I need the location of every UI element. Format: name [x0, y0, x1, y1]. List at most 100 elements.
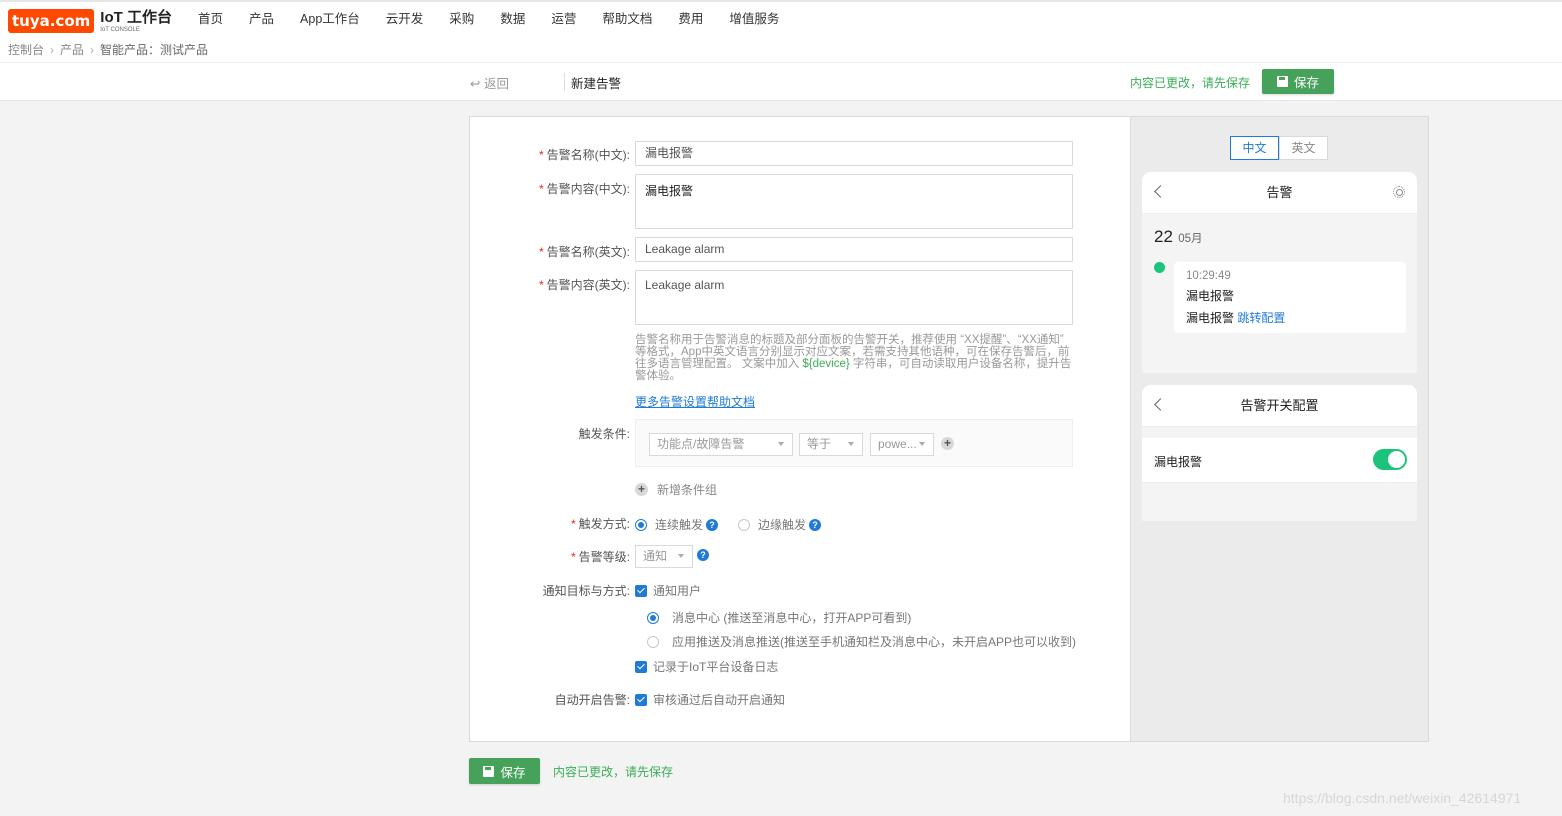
brand-logo[interactable]: tuya.com IoT 工作台 IoT CONSOLE	[8, 9, 172, 33]
level-label: * 告警等级:	[570, 550, 630, 564]
message-time: 10:29:49	[1186, 270, 1231, 282]
log-checkbox[interactable]	[635, 660, 647, 673]
nav-data[interactable]: 数据	[500, 10, 525, 28]
name-en-label: * 告警名称(英文):	[539, 245, 630, 259]
lang-en-tab[interactable]: 英文	[1279, 136, 1328, 160]
watermark: https://blog.csdn.net/weixin_42614971	[1283, 790, 1522, 806]
alarm-message-preview: 告警 22 05月 10:29:49 漏电报警 漏电报警 跳转配置	[1142, 172, 1417, 373]
nav-home[interactable]: 首页	[198, 10, 223, 28]
add-condition-group-button[interactable]: + 新增条件组	[635, 481, 717, 498]
mode-continuous-radio[interactable]	[635, 518, 647, 531]
caret-down-icon	[678, 554, 684, 558]
nav-operation[interactable]: 运营	[551, 10, 576, 28]
save-label: 保存	[1293, 76, 1319, 90]
main-nav: 首页 产品 App工作台 云开发 采购 数据 运营 帮助文档 费用 增值服务	[185, 10, 792, 28]
operator-select[interactable]: 等于	[799, 433, 863, 456]
content-cn-textarea[interactable]: 漏电报警	[635, 174, 1073, 229]
log-row: 记录于IoT平台设备日志	[635, 658, 778, 675]
level-select[interactable]: 通知	[635, 545, 693, 568]
alarm-toggle[interactable]	[1373, 449, 1407, 470]
top-bar: tuya.com IoT 工作台 IoT CONSOLE 首页 产品 App工作…	[0, 0, 1562, 62]
caret-down-icon	[919, 442, 925, 446]
nav-help-docs[interactable]: 帮助文档	[602, 10, 652, 28]
mode-edge-radio[interactable]	[738, 518, 751, 531]
auto-checkbox[interactable]	[635, 693, 647, 706]
dp-select[interactable]: 功能点/故障告警	[649, 433, 793, 456]
switch-label: 漏电报警	[1154, 455, 1203, 469]
nav-billing[interactable]: 费用	[678, 10, 703, 28]
name-cn-input[interactable]: 漏电报警	[635, 141, 1073, 166]
add-condition-icon[interactable]: +	[941, 437, 954, 450]
nav-value-added[interactable]: 增值服务	[729, 10, 779, 28]
help-icon[interactable]: ?	[706, 518, 719, 531]
message-card: 10:29:49 漏电报警 漏电报警 跳转配置	[1174, 262, 1406, 333]
device-variable: ${device}	[802, 358, 850, 370]
push-row: 应用推送及消息推送(推送至手机通知栏及消息中心，未开启APP也可以收到)	[647, 633, 1076, 650]
caret-down-icon	[848, 442, 854, 446]
save-button-bottom[interactable]: 保存	[469, 758, 540, 784]
breadcrumb-console[interactable]: 控制台	[8, 41, 44, 58]
plus-icon: +	[635, 483, 648, 496]
notify-users-row: 通知用户	[635, 582, 701, 599]
name-en-input[interactable]: Leakage alarm	[635, 237, 1073, 262]
alarm-editor-card: * 告警名称(中文): 漏电报警 * 告警内容(中文): 漏电报警 * 告警名称(英文…	[469, 116, 1429, 742]
jump-config-link[interactable]: 跳转配置	[1237, 311, 1285, 325]
alarm-switch-preview: 告警开关配置 漏电报警	[1142, 385, 1417, 521]
breadcrumb: 控制台 › 产品 › 智能产品：测试产品	[8, 41, 208, 58]
msg-center-radio[interactable]	[647, 611, 659, 624]
status-dot-icon	[1154, 262, 1165, 273]
value-select[interactable]: powe...	[870, 433, 934, 456]
auto-value-label: 审核通过后自动开启通知	[653, 693, 786, 707]
phone-header: 告警	[1142, 172, 1417, 214]
content-en-textarea[interactable]: Leakage alarm	[635, 270, 1073, 325]
nav-purchase[interactable]: 采购	[449, 10, 474, 28]
phone-header: 告警开关配置	[1142, 385, 1417, 427]
add-group-label: 新增条件组	[657, 483, 718, 497]
message-title: 漏电报警	[1186, 289, 1235, 303]
mode-options: 连续触发 ? 边缘触发 ?	[635, 516, 822, 533]
date-day: 22	[1154, 227, 1173, 246]
divider	[564, 73, 565, 91]
back-button[interactable]: ↩ 返回	[470, 73, 509, 92]
alarm-name-hint: 告警名称用于告警消息的标题及部分面板的告警开关，推荐使用 “XX提醒”、“XX通…	[635, 334, 1072, 382]
page-header: ↩ 返回 新建告警 内容已更改，请先保存 保存	[0, 62, 1562, 101]
msg-center-label: 消息中心 (推送至消息中心，打开APP可看到)	[672, 611, 912, 625]
msg-center-row: 消息中心 (推送至消息中心，打开APP可看到)	[647, 609, 911, 626]
unsaved-notice-top: 内容已更改，请先保存	[1130, 76, 1251, 90]
chevron-right-icon: ›	[50, 42, 55, 57]
name-cn-label: * 告警名称(中文):	[539, 148, 630, 162]
nav-cloud-dev[interactable]: 云开发	[386, 10, 424, 28]
notify-users-checkbox[interactable]	[635, 584, 647, 597]
save-icon	[1276, 76, 1288, 87]
phone-title: 告警	[1266, 185, 1293, 200]
tuya-logo[interactable]: tuya.com	[8, 9, 95, 33]
nav-product[interactable]: 产品	[249, 10, 274, 28]
back-arrow-icon: ↩	[470, 77, 481, 91]
save-icon	[483, 765, 495, 777]
language-switch: 中文 英文	[1230, 136, 1328, 160]
nav-app-workbench[interactable]: App工作台	[300, 10, 360, 28]
help-icon[interactable]: ?	[809, 518, 822, 531]
caret-down-icon	[778, 442, 784, 446]
auto-row: 审核通过后自动开启通知	[635, 691, 785, 708]
console-subtitle: IoT CONSOLE	[100, 26, 140, 33]
gear-icon[interactable]	[1393, 186, 1405, 198]
save-button-top[interactable]: 保存	[1262, 69, 1334, 94]
lang-cn-tab[interactable]: 中文	[1230, 136, 1279, 160]
content-cn-label: * 告警内容(中文):	[539, 182, 630, 196]
help-icon[interactable]: ?	[697, 549, 709, 561]
push-radio[interactable]	[647, 635, 659, 648]
date-month: 05月	[1178, 233, 1203, 245]
message-body: 漏电报警 跳转配置	[1186, 311, 1286, 325]
switch-row: 漏电报警	[1142, 438, 1417, 483]
log-label: 记录于IoT平台设备日志	[653, 660, 779, 674]
switch-page-title: 告警开关配置	[1240, 398, 1319, 413]
notify-users-label: 通知用户	[653, 584, 702, 598]
notify-label: 通知目标与方式:	[542, 584, 630, 598]
help-doc-link[interactable]: 更多告警设置帮助文档	[635, 393, 755, 410]
chevron-right-icon: ›	[90, 42, 95, 57]
trigger-label: 触发条件:	[578, 427, 630, 441]
page-title: 新建告警	[571, 77, 622, 91]
breadcrumb-product[interactable]: 产品	[60, 41, 84, 58]
alarm-form: * 告警名称(中文): 漏电报警 * 告警内容(中文): 漏电报警 * 告警名称(英文…	[470, 117, 1130, 741]
